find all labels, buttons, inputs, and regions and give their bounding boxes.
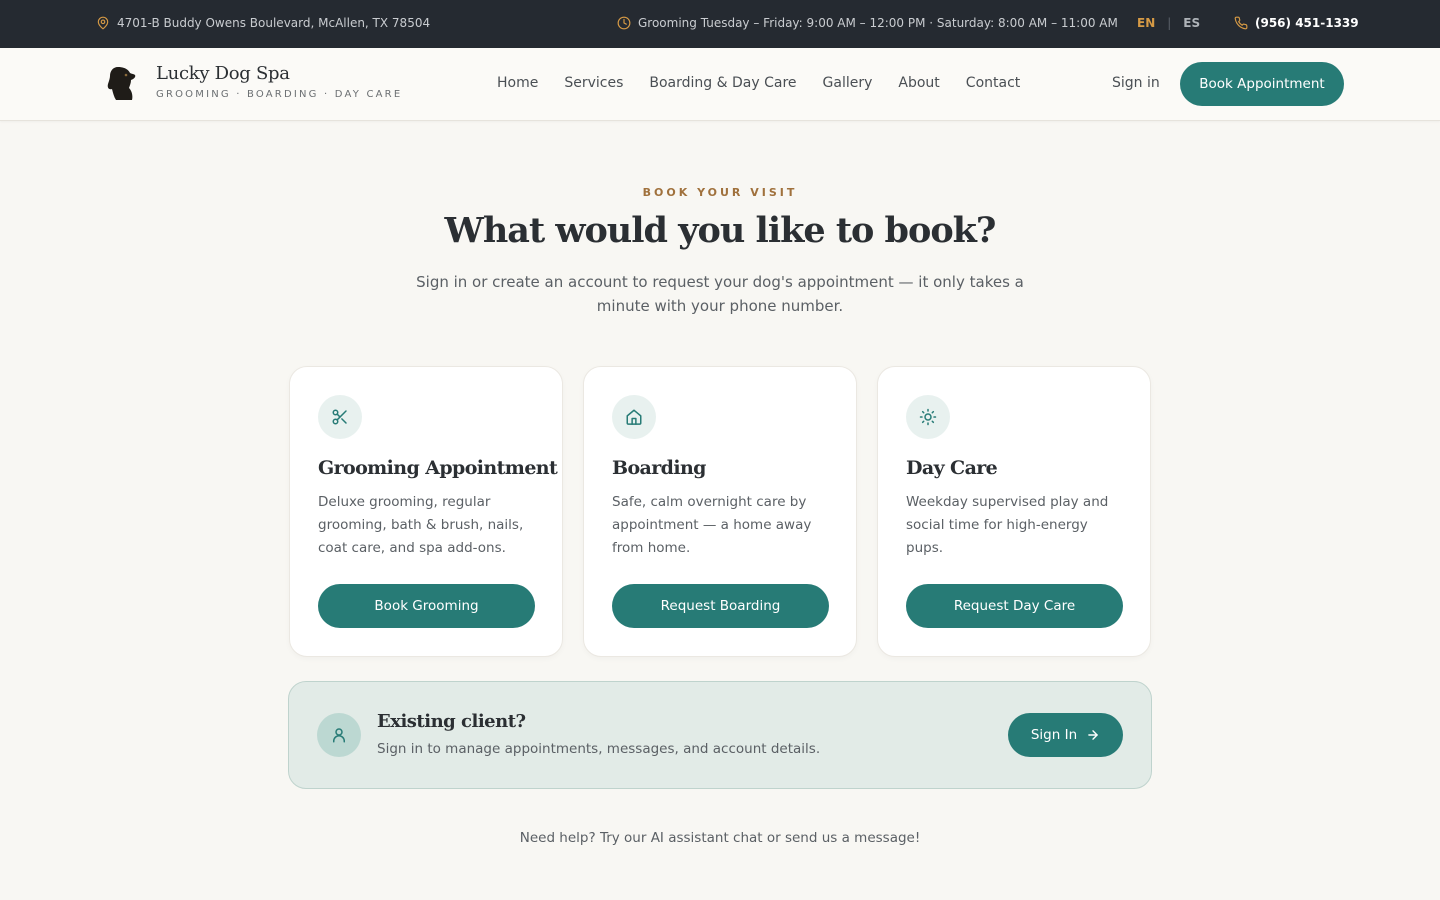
- address-info: 4701-B Buddy Owens Boulevard, McAllen, T…: [96, 16, 430, 30]
- nav-services[interactable]: Services: [564, 75, 623, 91]
- sun-icon: [919, 408, 937, 426]
- clock-icon: [617, 16, 631, 30]
- hours-text: Grooming Tuesday – Friday: 9:00 AM – 12:…: [638, 16, 1118, 30]
- card-description: Safe, calm overnight care by appointment…: [612, 494, 812, 556]
- header-sign-in-link[interactable]: Sign in: [1112, 75, 1160, 91]
- hours-info: Grooming Tuesday – Friday: 9:00 AM – 12:…: [617, 16, 1118, 30]
- card-title: Day Care: [906, 457, 998, 479]
- existing-client-title: Existing client?: [377, 711, 526, 732]
- card-description: Deluxe grooming, regular grooming, bath …: [318, 494, 524, 556]
- arrow-right-icon: [1088, 730, 1098, 740]
- scissors-icon: [332, 409, 347, 425]
- nav-about[interactable]: About: [898, 75, 939, 91]
- top-info-bar: 4701-B Buddy Owens Boulevard, McAllen, T…: [0, 0, 1440, 48]
- card-title: Boarding: [612, 457, 706, 479]
- phone-text: (956) 451-1339: [1255, 16, 1359, 30]
- user-icon: [333, 728, 345, 743]
- hero-eyebrow: BOOK YOUR VISIT: [642, 186, 798, 199]
- existing-client-description: Sign in to manage appointments, messages…: [377, 741, 821, 757]
- lang-es-link[interactable]: ES: [1183, 16, 1200, 30]
- phone-link[interactable]: (956) 451-1339: [1234, 16, 1359, 30]
- sign-in-button-label: Sign In: [1030, 727, 1078, 743]
- nav-gallery[interactable]: Gallery: [823, 75, 873, 91]
- page-title: What would you like to book?: [444, 210, 997, 251]
- day-care-icon-badge: [906, 395, 950, 439]
- help-text: Need help? Try our AI assistant chat or …: [519, 830, 921, 846]
- existing-client-panel: Existing client? Sign in to manage appoi…: [288, 681, 1152, 789]
- main-nav: Home Services Boarding & Day Care Galler…: [497, 75, 1020, 91]
- lang-en-link[interactable]: EN: [1137, 16, 1155, 30]
- grooming-card: Grooming Appointment Deluxe grooming, re…: [289, 366, 563, 657]
- book-grooming-button[interactable]: Book Grooming: [318, 584, 535, 628]
- home-icon: [626, 409, 642, 425]
- sign-in-button[interactable]: Sign In: [1008, 713, 1123, 757]
- nav-home[interactable]: Home: [497, 75, 538, 91]
- existing-client-avatar: [317, 713, 361, 757]
- address-text: 4701-B Buddy Owens Boulevard, McAllen, T…: [117, 16, 431, 30]
- nav-boarding-day-care[interactable]: Boarding & Day Care: [649, 75, 796, 91]
- grooming-icon-badge: [318, 395, 362, 439]
- boarding-icon-badge: [612, 395, 656, 439]
- map-pin-icon: [97, 16, 109, 30]
- card-title: Grooming Appointment: [318, 457, 558, 479]
- brand-tagline: GROOMING · BOARDING · DAY CARE: [156, 89, 403, 100]
- day-care-card: Day Care Weekday supervised play and soc…: [877, 366, 1151, 657]
- request-day-care-button[interactable]: Request Day Care: [906, 584, 1123, 628]
- boarding-card: Boarding Safe, calm overnight care by ap…: [583, 366, 857, 657]
- brand-name[interactable]: Lucky Dog Spa: [156, 63, 290, 84]
- hero-subtitle: Sign in or create an account to request …: [416, 273, 1024, 315]
- lang-separator: |: [1167, 16, 1172, 30]
- nav-contact[interactable]: Contact: [966, 75, 1020, 91]
- dog-logo-icon[interactable]: [104, 64, 138, 102]
- language-switcher: EN | ES: [1137, 16, 1200, 30]
- request-boarding-button[interactable]: Request Boarding: [612, 584, 829, 628]
- phone-icon: [1234, 16, 1248, 30]
- book-appointment-button[interactable]: Book Appointment: [1180, 62, 1344, 106]
- card-description: Weekday supervised play and social time …: [906, 494, 1109, 556]
- site-header: Lucky Dog Spa GROOMING · BOARDING · DAY …: [0, 48, 1440, 121]
